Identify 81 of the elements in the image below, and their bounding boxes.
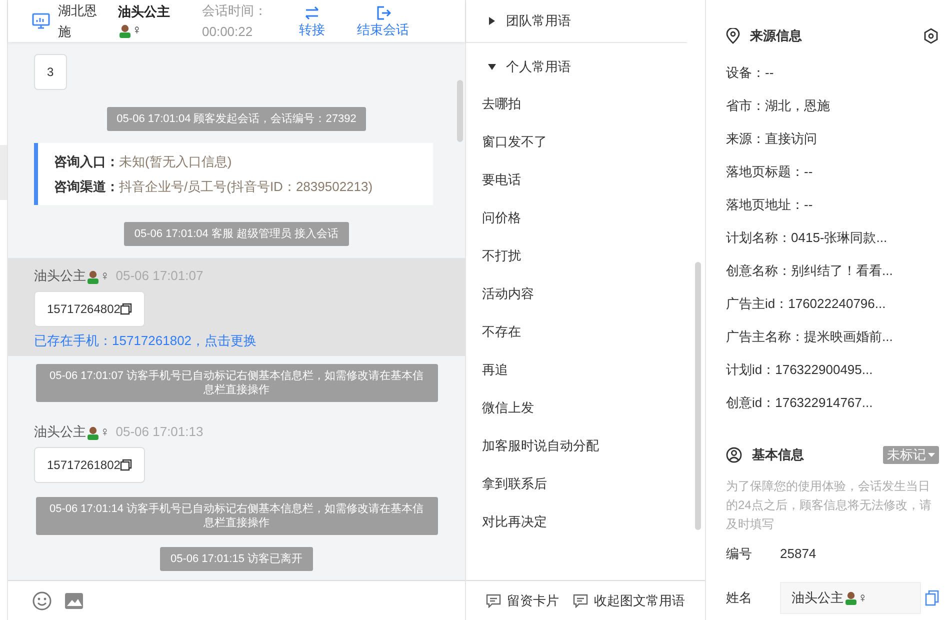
visitor-name: 油头公主	[34, 268, 86, 283]
timer-value: 00:00:22	[202, 23, 254, 41]
source-info-item: 广告主名称：提米映画婚前...	[726, 328, 894, 346]
field-label: 编号	[726, 545, 753, 563]
scrollbar[interactable]	[457, 80, 463, 142]
phrase-item[interactable]: 加客服时说自动分配	[466, 427, 599, 465]
source-info-item: 创意名称：别纠结了！看看...	[726, 262, 894, 280]
source-info-item: 落地页地址：--	[726, 196, 814, 214]
settings-icon[interactable]	[923, 28, 939, 44]
phrase-item[interactable]: 不打扰	[466, 237, 521, 275]
phrase-group-toggle[interactable]: 个人常用语	[466, 49, 691, 85]
phrase-item[interactable]: 再追	[466, 351, 508, 389]
entry-value: 抖音企业号/员工号(抖音号ID：2839502213)	[119, 179, 373, 194]
source-info-item: 落地页标题：--	[726, 163, 814, 181]
source-info-item: 计划id：176322900495...	[726, 361, 874, 379]
field-label: 姓名	[726, 588, 753, 607]
scrollbar[interactable]	[695, 262, 701, 530]
phrase-item[interactable]: 窗口发不了	[466, 123, 547, 161]
phrase-item[interactable]: 微信上发	[466, 389, 534, 427]
phrase-item[interactable]: 要电话	[466, 161, 521, 199]
footer-button[interactable]: 留资卡片	[486, 590, 559, 610]
smiley-icon[interactable]	[32, 590, 52, 610]
location-label: 湖北恩施	[58, 2, 98, 41]
system-message: 05-06 17:01:04 顾客发起会话，会话编号：27392	[106, 107, 366, 131]
gender-symbol: ♀	[100, 424, 110, 439]
source-info-item: 来源：直接访问	[726, 130, 818, 148]
person-icon	[86, 270, 100, 284]
message-bubble: 3	[34, 54, 67, 90]
copy-icon	[120, 302, 132, 314]
phrase-item[interactable]: 不存在	[466, 313, 521, 351]
gender-symbol: ♀	[100, 268, 110, 283]
comment-icon	[486, 594, 501, 608]
copy-icon[interactable]	[925, 590, 939, 606]
section-title: 来源信息	[750, 27, 802, 46]
comment-icon	[573, 594, 588, 608]
message-time: 05-06 17:01:13	[116, 424, 204, 439]
phone-bubble: 15717264802	[34, 290, 146, 326]
source-info-item: 创意id：176322914767...	[726, 394, 874, 412]
phrase-group-toggle[interactable]: 团队常用语	[466, 0, 691, 42]
phone-bubble: 15717261802	[34, 446, 146, 482]
user-circle-icon	[726, 447, 742, 463]
transfer-button[interactable]: 转接	[299, 4, 325, 38]
source-info-item: 设备：--	[726, 64, 775, 82]
entry-label: 咨询渠道：	[54, 179, 119, 194]
message-time: 05-06 17:01:07	[116, 268, 204, 283]
field-value: 25874	[780, 545, 816, 563]
system-message: 05-06 17:01:15 访客已离开	[160, 546, 313, 570]
phrase-item[interactable]: 去哪拍	[466, 85, 521, 123]
source-info-item: 省市：湖北，恩施	[726, 97, 831, 115]
caret-icon	[928, 452, 935, 458]
phrase-item[interactable]: 活动内容	[466, 275, 534, 313]
end-chat-button[interactable]: 结束会话	[357, 4, 409, 38]
phrase-item[interactable]: 拿到联系后	[466, 465, 547, 503]
timer-label: 会话时间：	[202, 2, 267, 20]
source-info-item: 广告主id：176022240796...	[726, 295, 887, 313]
gender-symbol: ♀	[132, 22, 142, 37]
source-info-item: 计划名称：0415-张琳同款...	[726, 229, 888, 247]
visitor-name: 油头公主	[34, 424, 86, 439]
footer-button[interactable]: 收起图文常用语	[573, 590, 685, 610]
copy-icon	[120, 458, 132, 470]
entry-value: 未知(暂无入口信息)	[119, 154, 232, 169]
person-icon	[844, 590, 858, 604]
system-message: 05-06 17:01:07 访客手机号已自动标记右侧基本信息栏，如需修改请在基本信息栏直接操作	[36, 364, 438, 402]
caret-icon	[488, 63, 496, 71]
exit-icon	[375, 4, 391, 20]
person-icon	[118, 24, 132, 38]
phrase-item[interactable]: 对比再决定	[466, 503, 547, 541]
swap-arrows-icon	[304, 4, 320, 20]
visitor-name: 油头公主	[118, 4, 170, 19]
name-field[interactable]: 油头公主 ♀	[780, 582, 921, 614]
location-pin-icon	[726, 28, 740, 44]
image-icon[interactable]	[64, 592, 84, 610]
system-message: 05-06 17:01:14 访客手机号已自动标记右侧基本信息栏，如需修改请在基本信息栏直接操作	[36, 496, 438, 534]
notice-text: 为了保障您的使用体验，会话发生当日的24点之后，顾客信息将无法修改，请及时填写	[726, 478, 932, 533]
section-title: 基本信息	[752, 446, 804, 464]
caret-icon	[488, 17, 496, 25]
system-message: 05-06 17:01:04 客服 超级管理员 接入会话	[124, 222, 349, 246]
phrase-item[interactable]: 问价格	[466, 199, 521, 237]
person-icon	[86, 426, 100, 440]
monitor-icon	[32, 13, 50, 29]
entry-label: 咨询入口：	[54, 154, 119, 169]
